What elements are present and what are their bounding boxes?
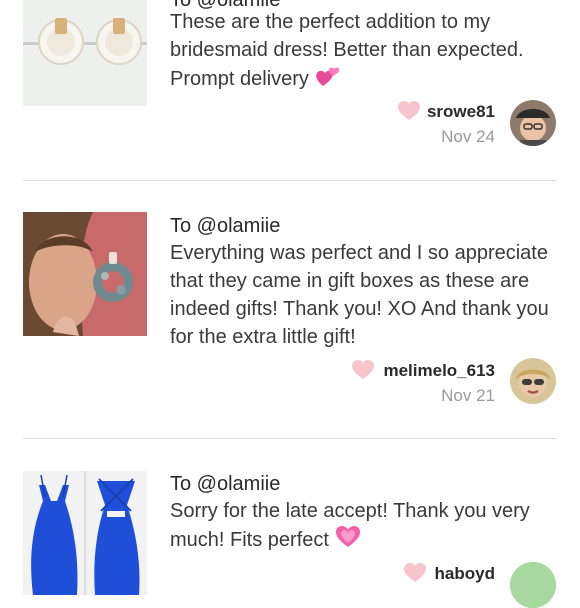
review-recipient: To @olamiie: [170, 473, 281, 495]
heart-icon[interactable]: [352, 360, 374, 380]
heart-icon[interactable]: [404, 563, 426, 583]
review-recipient: To @olamiie: [170, 215, 281, 237]
review-author[interactable]: melimelo_613: [383, 361, 495, 381]
review-date: Nov 24: [441, 127, 495, 146]
review-date: Nov 21: [441, 386, 495, 405]
heart-icon[interactable]: [398, 101, 420, 121]
review-text: Everything was perfect and I so apprecia…: [170, 242, 549, 348]
divider: [23, 438, 557, 439]
review-text: These are the perfect addition to my bri…: [170, 8, 570, 96]
user-avatar[interactable]: [510, 358, 556, 404]
user-avatar[interactable]: [510, 562, 556, 608]
sparkling-heart-emoji: [335, 525, 361, 557]
review-text: Sorry for the late accept! Thank you ver…: [170, 497, 570, 557]
review-author[interactable]: haboyd: [435, 564, 495, 584]
review-author[interactable]: srowe81: [427, 102, 495, 122]
review-thumbnail[interactable]: [23, 471, 147, 595]
review-thumbnail[interactable]: [23, 0, 147, 106]
user-avatar[interactable]: [510, 100, 556, 146]
two-hearts-emoji: [315, 64, 341, 96]
divider: [23, 180, 557, 181]
review-thumbnail[interactable]: [23, 212, 147, 336]
